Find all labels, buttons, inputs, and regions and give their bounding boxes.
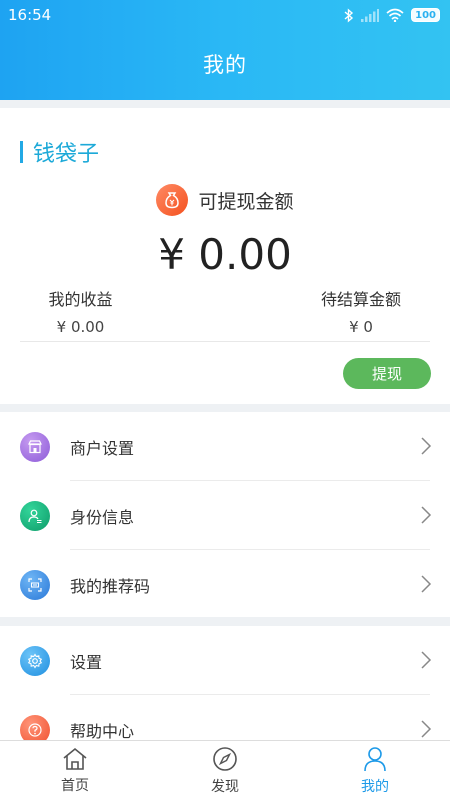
battery-icon: 100 [411,8,440,22]
wallet-title: 钱袋子 [33,142,100,167]
tab-mine[interactable]: 我的 [300,741,450,800]
menu-item-label: 我的推荐码 [70,576,151,596]
withdrawable-row: 可提现金额 [0,184,450,216]
tab-label: 我的 [361,778,389,795]
menu-group-general: 设置 帮助中心 [0,626,450,740]
header: 16:54 100 我的 [0,0,450,100]
withdrawable-amount: ¥ 0.00 [158,230,292,279]
menu-item-settings[interactable]: 设置 [0,626,450,695]
status-icons: 100 [344,7,440,23]
menu-item-label: 身份信息 [70,507,135,527]
status-time: 16:54 [8,6,52,24]
tab-label: 发现 [211,778,239,795]
chevron-right-icon [421,506,432,524]
menu-item-identity-info[interactable]: 身份信息 [0,481,450,550]
qr-code-icon [20,570,50,600]
menu-group-account: 商户设置 身份信息 我的推荐码 [0,412,450,617]
pending-stat: 待结算金额 ¥ 0 [308,286,414,336]
bluetooth-icon [344,7,354,23]
user-icon [364,746,386,771]
chevron-right-icon [421,575,432,593]
gear-icon [20,646,50,676]
help-icon [20,715,50,740]
wifi-icon [386,8,404,22]
menu-item-label: 帮助中心 [70,721,135,741]
home-icon [63,747,87,770]
heading-accent-bar [20,141,23,163]
wallet-card: 钱袋子 可提现金额 ¥ 0.00 我的收益 ¥ 0.00 待结算金额 ¥ 0 提… [0,108,450,404]
tab-label: 首页 [61,777,89,794]
earnings-value: ¥ 0.00 [56,318,105,336]
earnings-label: 我的收益 [48,290,113,309]
chevron-right-icon [421,437,432,455]
wallet-divider [20,341,430,342]
menu-item-merchant-settings[interactable]: 商户设置 [0,412,450,481]
chevron-right-icon [421,720,432,738]
menu-item-referral-code[interactable]: 我的推荐码 [0,550,450,619]
withdraw-button[interactable]: 提现 [343,358,431,389]
menu-item-label: 商户设置 [70,438,135,458]
bottom-tab-bar: 首页 发现 我的 [0,740,450,800]
id-card-icon [20,501,50,531]
status-bar: 16:54 100 [0,0,450,30]
pending-value: ¥ 0 [349,318,373,336]
wallet-heading: 钱袋子 [20,136,99,168]
compass-icon [213,746,237,771]
menu-item-help-center[interactable]: 帮助中心 [0,695,450,740]
tab-discover[interactable]: 发现 [150,741,300,800]
shop-icon [20,432,50,462]
chevron-right-icon [421,651,432,669]
pending-label: 待结算金额 [320,290,401,309]
earnings-stat: 我的收益 ¥ 0.00 [38,286,123,336]
page-title: 我的 [203,53,247,77]
withdrawable-label: 可提现金额 [198,190,294,213]
tab-home[interactable]: 首页 [0,741,150,800]
money-bag-icon [156,184,189,216]
signal-icon [361,8,380,22]
menu-item-label: 设置 [70,652,103,672]
